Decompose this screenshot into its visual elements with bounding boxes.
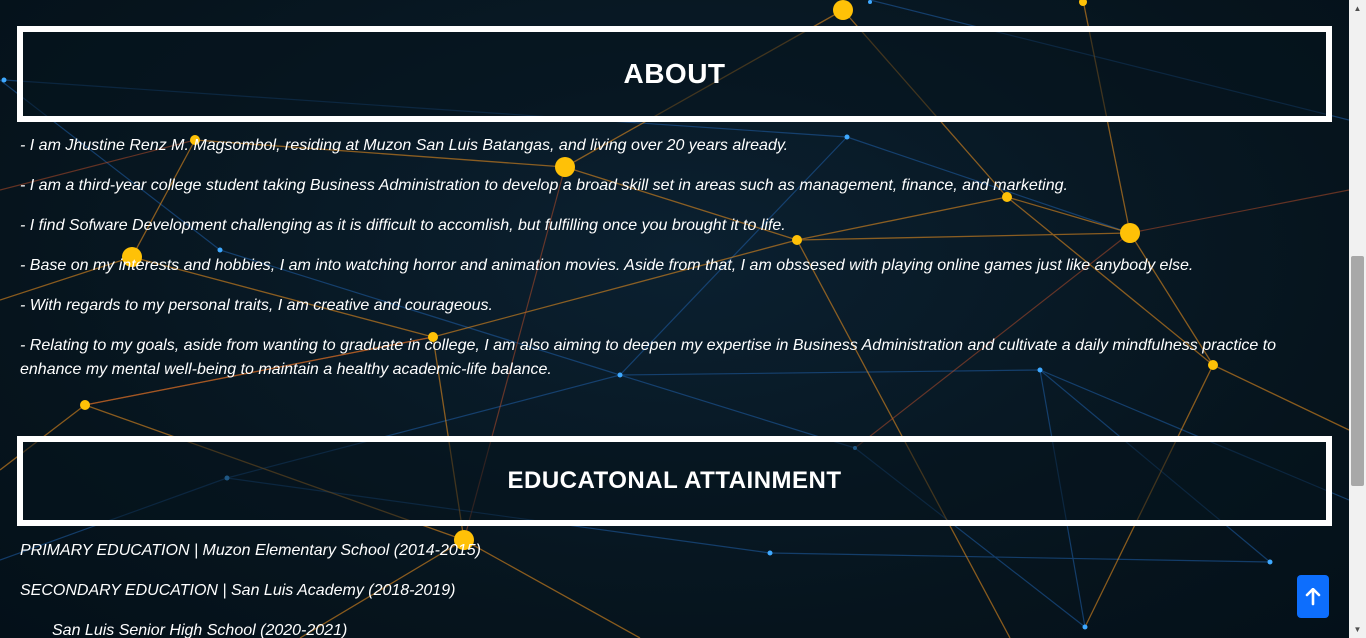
scroll-down-arrow-icon[interactable]: ▼: [1349, 621, 1366, 638]
scrollbar-thumb[interactable]: [1351, 256, 1364, 486]
education-title: EDUCATONAL ATTAINMENT: [507, 467, 842, 494]
scrollbar[interactable]: ▲ ▼: [1349, 0, 1366, 638]
page: ABOUT - I am Jhustine Renz M. Magsombol,…: [0, 0, 1366, 638]
scroll-up-arrow-icon[interactable]: ▲: [1349, 0, 1366, 17]
education-entry: San Luis Senior High School (2020-2021): [52, 622, 348, 638]
about-paragraph: - I am Jhustine Renz M. Magsombol, resid…: [20, 137, 789, 154]
education-header-box: EDUCATONAL ATTAINMENT: [17, 436, 1332, 526]
about-paragraph: - Relating to my goals, aside from wanti…: [20, 337, 1277, 378]
about-title: ABOUT: [623, 58, 726, 89]
about-paragraph: - Base on my interests and hobbies, I am…: [20, 257, 1194, 274]
education-entry: PRIMARY EDUCATION | Muzon Elementary Sch…: [20, 542, 481, 559]
about-paragraph: - With regards to my personal traits, I …: [20, 297, 493, 314]
about-paragraph: - I am a third-year college student taki…: [20, 177, 1068, 194]
back-to-top-button[interactable]: [1297, 575, 1329, 618]
about-header-box: ABOUT: [17, 26, 1332, 122]
about-paragraph: - I find Sofware Development challenging…: [20, 217, 786, 234]
education-entry: SECONDARY EDUCATION | San Luis Academy (…: [20, 582, 456, 599]
arrow-up-icon: [1305, 587, 1321, 605]
main-content: ABOUT - I am Jhustine Renz M. Magsombol,…: [0, 0, 1349, 638]
